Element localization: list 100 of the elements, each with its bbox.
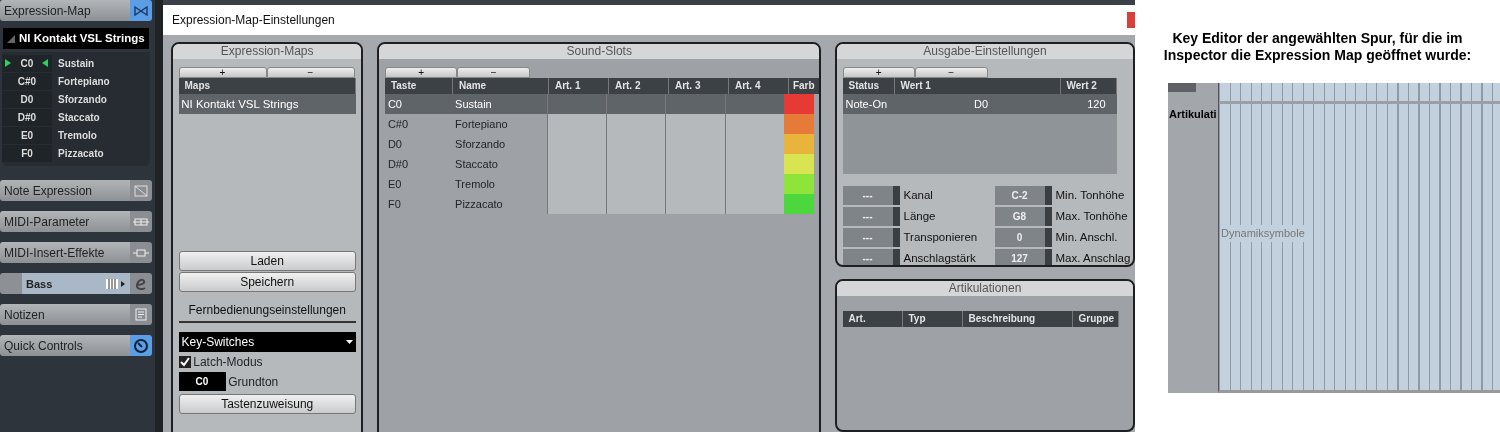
table-cell[interactable]: E0 [384, 174, 453, 194]
spinner-icon[interactable] [1044, 186, 1052, 205]
spinner-icon[interactable] [892, 228, 900, 247]
spinner-icon[interactable] [1044, 207, 1052, 226]
column-header: Art. 1 [548, 78, 609, 94]
action-button[interactable]: Speichern [178, 272, 356, 292]
add-button[interactable]: + [178, 67, 267, 78]
color-swatch[interactable] [783, 174, 814, 194]
key-cell[interactable]: E0 [2, 126, 52, 144]
grid-icon[interactable] [130, 211, 152, 233]
value-field[interactable]: G8 [994, 207, 1045, 226]
column-header: Taste [384, 78, 453, 94]
color-swatch[interactable] [783, 134, 814, 154]
output-row[interactable]: Note-On D0 120 [842, 94, 1117, 114]
value-field[interactable]: 0 [994, 228, 1045, 247]
root-note-field[interactable]: C0 [178, 372, 226, 391]
e-letter-icon[interactable] [130, 273, 152, 295]
value-field[interactable]: --- [842, 228, 893, 247]
column-header: Wert 1 [894, 78, 1061, 94]
field-value: C0 [195, 375, 209, 389]
section-button[interactable]: MIDI-Parameter [0, 211, 130, 233]
table-cell[interactable]: C#0 [384, 114, 453, 134]
param-label: Min. Anschl. [1054, 230, 1119, 245]
column-header: Gruppe [1072, 311, 1119, 328]
column-header: Beschreibung [962, 311, 1073, 328]
param-label: Anschlagstärk [902, 251, 977, 266]
value-field[interactable]: --- [842, 207, 893, 226]
remove-button[interactable]: − [266, 67, 355, 78]
section-title: Fernbedienungseinstellungen [178, 301, 356, 323]
panel-title: Ausgabe-Einstellungen [837, 44, 1133, 59]
dropdown-value: Key-Switches [181, 334, 255, 351]
section-button[interactable]: Quick Controls [0, 335, 130, 357]
column-header: Farb [788, 78, 819, 94]
key-label: F0 [21, 146, 33, 161]
spinner-icon[interactable] [1044, 249, 1052, 266]
field-label: Grundton [228, 373, 279, 391]
spinner-icon[interactable] [892, 249, 900, 266]
insert-icon[interactable] [130, 242, 152, 264]
key-cell[interactable]: C0 [2, 54, 52, 72]
table-cell-text: Note-On [844, 97, 889, 112]
table-cell[interactable]: D0 [384, 134, 453, 154]
section-button[interactable]: MIDI-Insert-Effekte [0, 242, 130, 264]
value-field[interactable]: --- [842, 186, 893, 205]
color-swatch[interactable] [783, 114, 814, 134]
lane-text: Dynamiksymbole [1221, 225, 1305, 242]
remove-button[interactable]: − [915, 67, 988, 78]
lane-label: Artikulati [1168, 107, 1218, 122]
spinner-icon[interactable] [892, 207, 900, 226]
column-header: Maps [178, 78, 356, 94]
key-label: C#0 [17, 74, 37, 89]
value-field[interactable]: 127 [994, 249, 1045, 266]
panel-title: Artikulationen [837, 281, 1133, 297]
note-expression-icon[interactable] [130, 180, 152, 202]
param-label: Länge [902, 209, 937, 224]
remove-button[interactable]: − [457, 67, 530, 78]
table-cell[interactable]: C0 [384, 94, 453, 114]
table-cell[interactable]: F0 [384, 194, 453, 214]
key-cell[interactable]: D#0 [2, 108, 52, 126]
param-label: Transponieren [902, 230, 979, 245]
key-cell[interactable]: F0 [2, 144, 52, 162]
value-field[interactable]: C-2 [994, 186, 1045, 205]
spinner-icon[interactable] [1044, 228, 1052, 247]
color-swatch[interactable] [783, 154, 814, 174]
map-row[interactable]: NI Kontakt VSL Strings [178, 94, 356, 114]
table-cell[interactable]: Sforzando [452, 134, 547, 154]
track-button[interactable]: Bass [22, 273, 130, 295]
table-cell[interactable]: Fortepiano [452, 114, 547, 134]
notes-icon[interactable] [130, 304, 152, 326]
mode-dropdown[interactable]: Key-Switches [178, 332, 356, 352]
slot-name: Staccato [57, 110, 100, 125]
table-cell[interactable]: Sustain [452, 94, 547, 114]
action-button[interactable]: Tastenzuweisung [178, 394, 356, 414]
spinner-icon[interactable] [892, 186, 900, 205]
slot-name: Sforzando [57, 92, 107, 107]
table-cell[interactable]: Staccato [452, 154, 547, 174]
checkbox[interactable] [178, 356, 191, 368]
checkbox-label: Latch-Modus [193, 354, 263, 371]
key-label: D0 [20, 92, 34, 107]
action-button[interactable]: Laden [178, 251, 356, 271]
key-cell[interactable]: D0 [2, 90, 52, 108]
bowtie-icon[interactable] [130, 0, 152, 21]
column-header: Wert 2 [1060, 78, 1117, 94]
toolbar-strip [1168, 83, 1196, 92]
section-button[interactable]: Notizen [0, 304, 130, 326]
add-button[interactable]: + [384, 67, 458, 78]
add-button[interactable]: + [842, 67, 915, 78]
knob-icon[interactable] [130, 335, 152, 357]
column-header: Typ [902, 311, 963, 328]
column-header: Art. [842, 311, 903, 328]
table-cell[interactable]: Pizzacato [452, 194, 547, 214]
table-cell[interactable]: Tremolo [452, 174, 547, 194]
table-cell[interactable]: D#0 [384, 154, 453, 174]
section-button[interactable]: Expression-Map [0, 0, 130, 21]
color-swatch[interactable] [783, 94, 814, 114]
column-header: Name [452, 78, 549, 94]
slot-name: Pizzacato [57, 146, 104, 161]
color-swatch[interactable] [783, 194, 814, 214]
section-button[interactable]: Note Expression [0, 180, 130, 202]
key-cell[interactable]: C#0 [2, 72, 52, 90]
value-field[interactable]: --- [842, 249, 893, 266]
